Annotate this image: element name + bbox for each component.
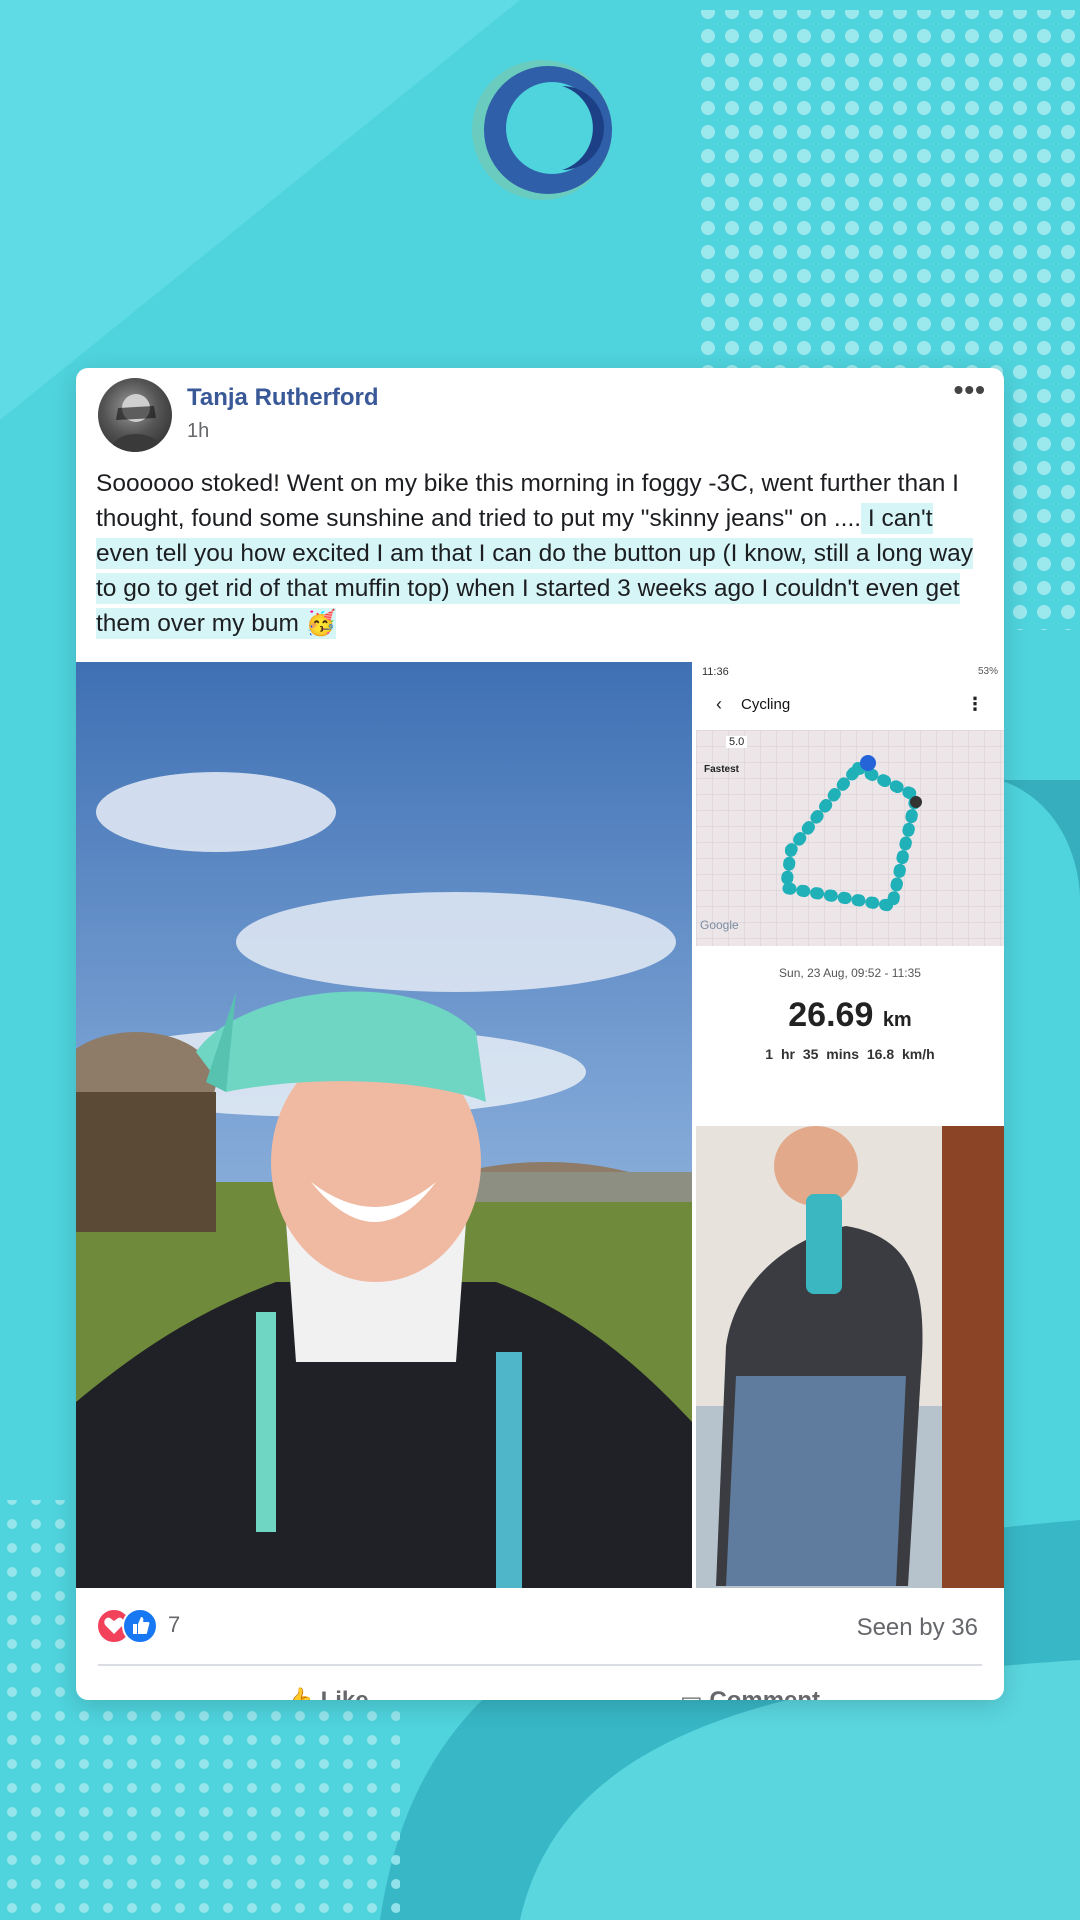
like-label: Like xyxy=(321,1687,369,1700)
photo-cycling-app[interactable]: 11:36 53% ‹ Cycling ⋮ 5.0 Fastest Google… xyxy=(696,662,1004,1122)
like-button[interactable]: 👍 Like xyxy=(284,1686,369,1700)
distance-value: 26.69 xyxy=(788,996,874,1034)
photo-mirror-selfie[interactable] xyxy=(696,1126,1004,1588)
post-text: Soooooo stoked! Went on my bike this mor… xyxy=(96,466,988,641)
post-card: Tanja Rutherford 1h ••• Soooooo stoked! … xyxy=(76,368,1004,1700)
selfie-illustration xyxy=(76,662,692,1588)
author-name[interactable]: Tanja Rutherford xyxy=(187,384,379,412)
post-text-plain: Soooooo stoked! Went on my bike this mor… xyxy=(96,470,959,532)
seen-by-count[interactable]: Seen by 36 xyxy=(857,1614,978,1642)
divider xyxy=(98,1664,982,1666)
activity-distance: 26.69 km xyxy=(696,996,1004,1035)
photo-selfie-cycling[interactable] xyxy=(76,662,692,1588)
activity-date: Sun, 23 Aug, 09:52 - 11:35 xyxy=(779,966,921,980)
party-emoji: 🥳 xyxy=(305,610,337,637)
mirror-selfie-illustration xyxy=(696,1126,1004,1588)
route-map-graphic xyxy=(696,730,1004,946)
map-speed-label: 5.0 xyxy=(726,736,748,748)
like-reaction-icon xyxy=(122,1608,158,1644)
back-icon: ‹ xyxy=(716,694,722,714)
reaction-count: 7 xyxy=(168,1612,181,1637)
comment-icon: ▭ xyxy=(680,1687,703,1700)
app-status-time: 11:36 xyxy=(702,666,729,678)
more-options-icon[interactable]: ••• xyxy=(954,374,986,406)
comment-button[interactable]: ▭ Comment xyxy=(680,1686,820,1700)
post-timestamp[interactable]: 1h xyxy=(187,420,209,443)
map-brand: Google xyxy=(700,918,739,932)
app-title: Cycling xyxy=(741,696,791,713)
distance-unit: km xyxy=(882,1009,912,1031)
activity-speed: 16.8 km/h xyxy=(866,1046,935,1062)
like-icon: 👍 xyxy=(284,1687,314,1700)
avatar[interactable] xyxy=(98,378,172,452)
app-status-battery: 53% xyxy=(977,666,998,677)
activity-duration: 1 hr 35 mins xyxy=(765,1046,859,1062)
activity-stats: 1 hr 35 mins 16.8 km/h xyxy=(696,1046,1004,1062)
route-map: 5.0 Fastest Google xyxy=(696,730,1004,946)
photo-grid: 11:36 53% ‹ Cycling ⋮ 5.0 Fastest Google… xyxy=(76,662,1004,1588)
app-menu-icon: ⋮ xyxy=(966,694,984,714)
map-legend-fastest: Fastest xyxy=(704,764,740,775)
comment-label: Comment xyxy=(709,1687,820,1700)
logo-icon xyxy=(472,60,612,200)
